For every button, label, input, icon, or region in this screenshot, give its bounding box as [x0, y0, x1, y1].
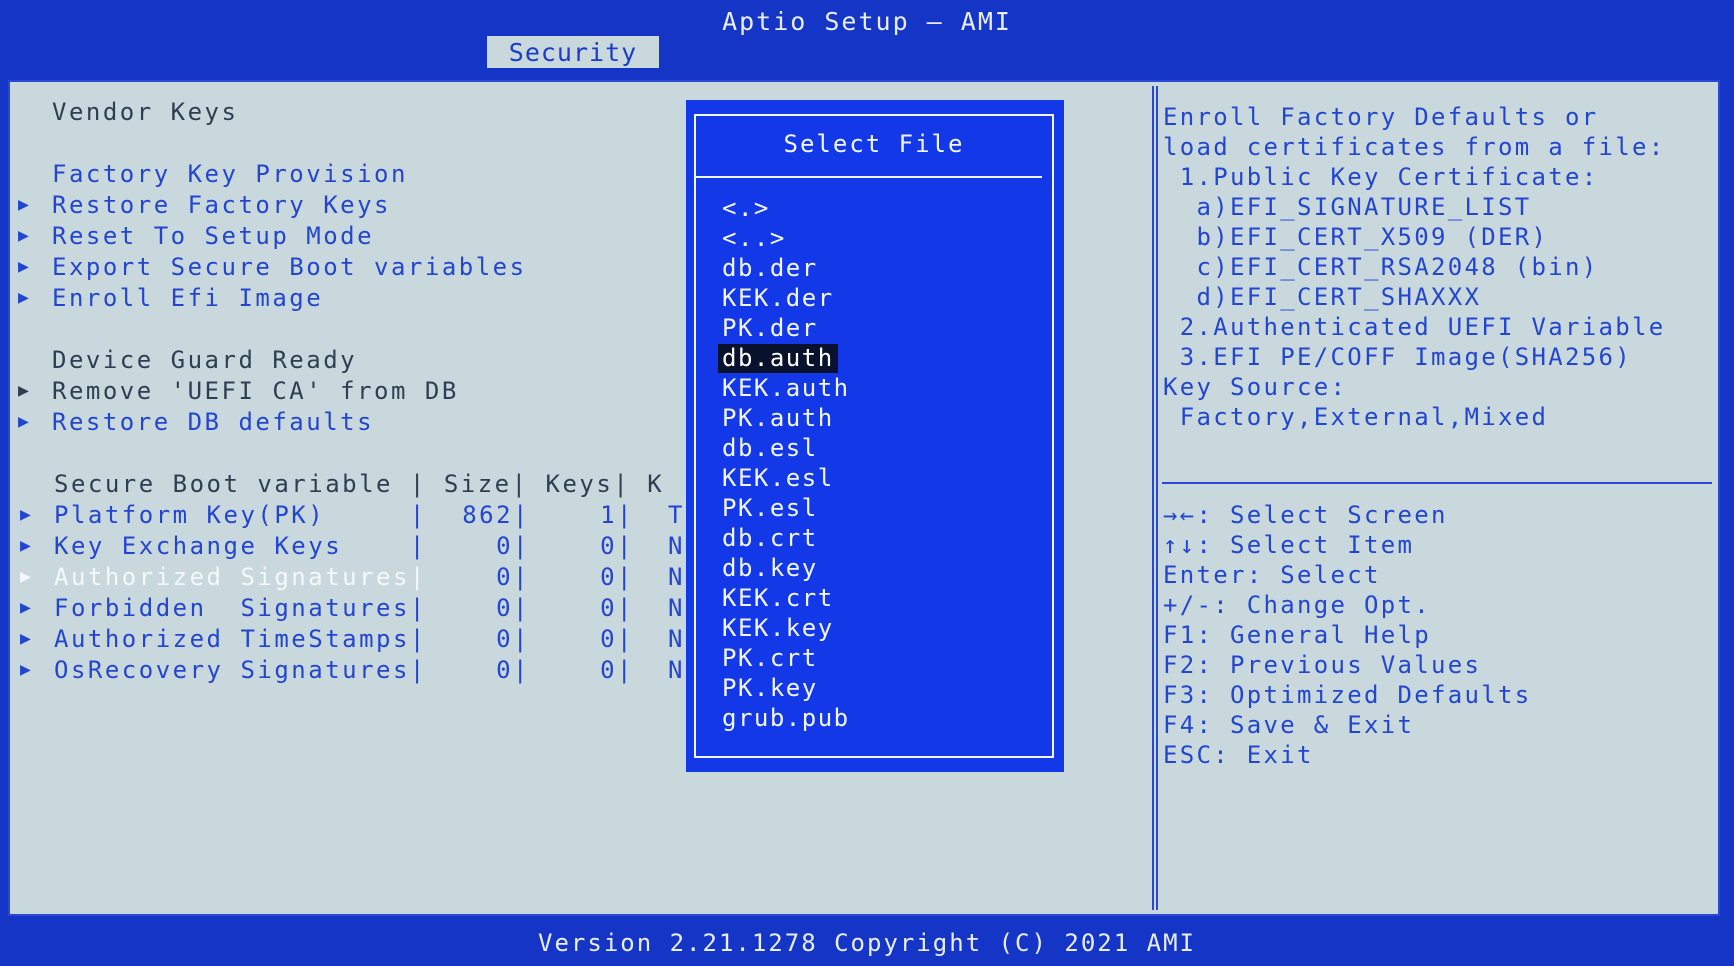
- vendor-keys-label: Vendor Keys: [52, 98, 239, 126]
- enroll-efi-image-item[interactable]: Enroll Efi Image: [52, 283, 323, 313]
- file-item[interactable]: db.crt: [718, 524, 822, 553]
- file-item-selected[interactable]: db.auth: [718, 344, 838, 373]
- table-row[interactable]: Forbidden Signatures| 0| 0| N: [54, 593, 682, 623]
- restore-factory-keys-item[interactable]: Restore Factory Keys: [52, 190, 391, 220]
- help-line: c)EFI_CERT_RSA2048 (bin): [1163, 253, 1599, 281]
- submenu-arrow-icon: ▶: [18, 380, 29, 401]
- tab-security[interactable]: Security: [487, 36, 659, 68]
- help-line: d)EFI_CERT_SHAXXX: [1163, 283, 1482, 311]
- help-divider: [1162, 482, 1712, 484]
- submenu-arrow-icon: ▶: [18, 194, 29, 215]
- file-item[interactable]: <.>: [718, 194, 774, 223]
- file-item[interactable]: db.esl: [718, 434, 822, 463]
- key-hint: F4: Save & Exit: [1163, 711, 1415, 739]
- file-item[interactable]: db.key: [718, 554, 822, 583]
- remove-uefi-ca-item[interactable]: Remove 'UEFI CA' from DB: [52, 376, 459, 406]
- device-guard-ready-label: Device Guard Ready: [52, 346, 358, 374]
- submenu-arrow-icon: ▶: [20, 566, 31, 587]
- factory-key-provision-item[interactable]: Factory Key Provision: [52, 159, 408, 189]
- submenu-arrow-icon: ▶: [18, 411, 29, 432]
- key-hint: F1: General Help: [1163, 621, 1431, 649]
- version-footer: Version 2.21.1278 Copyright (C) 2021 AMI: [538, 929, 1196, 957]
- restore-db-defaults-item[interactable]: Restore DB defaults: [52, 407, 374, 437]
- table-row[interactable]: Platform Key(PK) | 862| 1| T: [54, 500, 682, 530]
- file-item[interactable]: KEK.esl: [718, 464, 838, 493]
- select-file-dialog: Select File <.> <..> db.der KEK.der PK.d…: [686, 100, 1064, 772]
- table-row[interactable]: Key Exchange Keys | 0| 0| N: [54, 531, 682, 561]
- help-line: Factory,External,Mixed: [1163, 403, 1549, 431]
- key-hint: F3: Optimized Defaults: [1163, 681, 1532, 709]
- table-header: Secure Boot variable | Size| Keys| K: [54, 470, 665, 498]
- file-item[interactable]: <..>: [718, 224, 790, 253]
- help-line: 3.EFI PE/COFF Image(SHA256): [1163, 343, 1632, 371]
- help-line: Key Source:: [1163, 373, 1348, 401]
- file-item[interactable]: KEK.key: [718, 614, 838, 643]
- file-item[interactable]: PK.esl: [718, 494, 822, 523]
- key-hint: ↑↓: Select Item: [1163, 531, 1415, 559]
- file-item[interactable]: grub.pub: [718, 704, 854, 733]
- help-line: load certificates from a file:: [1163, 133, 1666, 161]
- table-row[interactable]: Authorized TimeStamps| 0| 0| N: [54, 624, 682, 654]
- table-row-selected[interactable]: Authorized Signatures| 0| 0| N: [54, 562, 682, 592]
- key-hint: ESC: Exit: [1163, 741, 1314, 769]
- submenu-arrow-icon: ▶: [20, 659, 31, 680]
- submenu-arrow-icon: ▶: [20, 535, 31, 556]
- file-item[interactable]: PK.der: [718, 314, 822, 343]
- submenu-arrow-icon: ▶: [18, 256, 29, 277]
- file-item[interactable]: KEK.auth: [718, 374, 854, 403]
- table-row[interactable]: OsRecovery Signatures| 0| 0| N: [54, 655, 682, 685]
- file-item[interactable]: db.der: [718, 254, 822, 283]
- submenu-arrow-icon: ▶: [18, 225, 29, 246]
- submenu-arrow-icon: ▶: [20, 597, 31, 618]
- help-line: 2.Authenticated UEFI Variable: [1163, 313, 1666, 341]
- file-item[interactable]: PK.auth: [718, 404, 838, 433]
- file-item[interactable]: PK.crt: [718, 644, 822, 673]
- submenu-arrow-icon: ▶: [20, 628, 31, 649]
- help-line: Enroll Factory Defaults or: [1163, 103, 1599, 131]
- key-hint: +/-: Change Opt.: [1163, 591, 1431, 619]
- window-title: Aptio Setup – AMI: [722, 7, 1012, 36]
- submenu-arrow-icon: ▶: [18, 287, 29, 308]
- key-hint: F2: Previous Values: [1163, 651, 1482, 679]
- dialog-divider: [696, 176, 1042, 178]
- key-hint: Enter: Select: [1163, 561, 1381, 589]
- help-line: a)EFI_SIGNATURE_LIST: [1163, 193, 1532, 221]
- help-line: 1.Public Key Certificate:: [1163, 163, 1599, 191]
- reset-to-setup-mode-item[interactable]: Reset To Setup Mode: [52, 221, 374, 251]
- panel-divider: [1152, 86, 1158, 910]
- export-secure-boot-item[interactable]: Export Secure Boot variables: [52, 252, 527, 282]
- file-item[interactable]: PK.key: [718, 674, 822, 703]
- help-line: b)EFI_CERT_X509 (DER): [1163, 223, 1549, 251]
- file-item[interactable]: KEK.crt: [718, 584, 838, 613]
- dialog-title: Select File: [783, 130, 965, 158]
- key-hint: →←: Select Screen: [1163, 501, 1448, 529]
- file-item[interactable]: KEK.der: [718, 284, 838, 313]
- submenu-arrow-icon: ▶: [20, 504, 31, 525]
